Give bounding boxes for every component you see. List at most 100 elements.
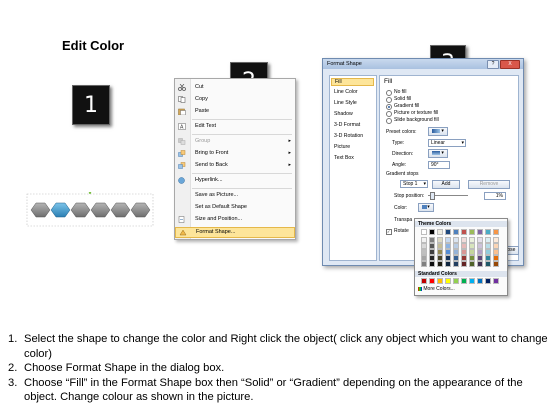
radio-gradient-fill[interactable] (386, 104, 392, 110)
theme-color-swatch[interactable] (461, 229, 467, 235)
radio-label: Solid fill (394, 96, 412, 102)
color-dropdown[interactable]: ▾ (418, 203, 434, 212)
more-colors-label: More Colors... (423, 286, 455, 292)
menu-item-size-and-position[interactable]: Size and Position... (175, 215, 295, 225)
theme-shade-swatch[interactable] (477, 261, 483, 267)
hexagon-2-selected (50, 202, 71, 218)
standard-color-swatch[interactable] (429, 278, 435, 284)
menu-item-label: Bring to Front (195, 150, 229, 156)
direction-dropdown[interactable]: ▾ (428, 149, 448, 158)
hexagon-shape-group[interactable] (26, 191, 154, 228)
svg-text:A: A (180, 125, 184, 131)
theme-color-swatch[interactable] (437, 229, 443, 235)
theme-color-swatch[interactable] (445, 229, 451, 235)
theme-shade-swatch[interactable] (421, 261, 427, 267)
help-button[interactable]: ? (487, 60, 499, 69)
standard-color-swatch[interactable] (445, 278, 451, 284)
preset-colors-dropdown[interactable]: ▾ (428, 127, 448, 136)
category-line-style[interactable]: Line Style (334, 100, 357, 106)
theme-color-swatch[interactable] (429, 229, 435, 235)
angle-input[interactable]: 90° (428, 161, 450, 169)
standard-color-swatch[interactable] (469, 278, 475, 284)
category-text-box[interactable]: Text Box (334, 155, 354, 161)
send-back-icon (178, 162, 186, 169)
theme-shade-swatch[interactable] (469, 261, 475, 267)
close-window-button[interactable]: X (500, 60, 520, 69)
theme-shade-swatch[interactable] (445, 261, 451, 267)
menu-item-hyperlink[interactable]: Hyperlink... (175, 176, 295, 186)
menu-item-cut[interactable]: Cut (175, 83, 295, 93)
category-3d-format[interactable]: 3-D Format (334, 122, 360, 128)
theme-shade-swatch[interactable] (493, 261, 499, 267)
standard-color-swatch[interactable] (421, 278, 427, 284)
gradient-swatch-icon (432, 128, 441, 133)
hexagon-3 (70, 202, 91, 218)
theme-shade-swatch[interactable] (485, 261, 491, 267)
more-colors-link[interactable]: More Colors... (418, 286, 455, 292)
menu-item-bring-to-front[interactable]: Bring to Front ▸ (175, 149, 295, 159)
direction-label: Direction: (392, 151, 414, 157)
hyperlink-icon (178, 177, 186, 184)
category-3d-rotation[interactable]: 3-D Rotation (334, 133, 363, 139)
instruction-text: Choose Format Shape in the dialog box. (24, 362, 225, 374)
theme-color-swatch[interactable] (485, 229, 491, 235)
radio-slide-background-fill[interactable] (386, 118, 392, 124)
rotate-checkbox[interactable]: ✓ (386, 229, 392, 235)
stop-position-value: 1% (495, 193, 503, 199)
menu-item-copy[interactable]: Copy (175, 95, 295, 105)
dropdown-arrow-icon: ▾ (423, 181, 426, 187)
menu-item-send-to-back[interactable]: Send to Back ▸ (175, 161, 295, 171)
standard-color-swatch[interactable] (461, 278, 467, 284)
menu-separator (192, 173, 292, 174)
standard-color-swatch[interactable] (453, 278, 459, 284)
menu-item-set-default-shape[interactable]: Set as Default Shape (175, 203, 295, 213)
menu-item-group[interactable]: Group ▸ (175, 137, 295, 147)
instruction-text: Select the shape to change the color and… (24, 333, 548, 360)
category-picture[interactable]: Picture (334, 144, 350, 150)
hexagon-6 (130, 202, 151, 218)
hexagon-5 (110, 202, 131, 218)
format-shape-icon (179, 229, 187, 236)
stop-position-input[interactable]: 1% (484, 192, 506, 200)
menu-item-format-shape[interactable]: Format Shape... (175, 227, 295, 238)
category-line-color[interactable]: Line Color (334, 89, 358, 95)
theme-shade-swatch[interactable] (453, 261, 459, 267)
standard-colors-header: Standard Colors (415, 271, 507, 277)
menu-item-label: Cut (195, 84, 204, 90)
remove-stop-button[interactable]: Remove (468, 180, 510, 189)
category-shadow[interactable]: Shadow (334, 111, 353, 117)
theme-color-swatch[interactable] (493, 229, 499, 235)
radio-picture-fill[interactable] (386, 111, 392, 117)
theme-shade-swatch[interactable] (437, 261, 443, 267)
color-label: Color: (394, 205, 408, 211)
radio-solid-fill[interactable] (386, 97, 392, 103)
standard-color-swatch[interactable] (485, 278, 491, 284)
theme-shade-swatch[interactable] (461, 261, 467, 267)
submenu-arrow-icon: ▸ (288, 138, 291, 144)
rotate-label: Rotate (394, 228, 409, 234)
menu-item-save-as-picture[interactable]: Save as Picture... (175, 191, 295, 201)
menu-separator (192, 188, 292, 189)
menu-item-edit-text[interactable]: A Edit Text (175, 122, 295, 132)
menu-item-paste[interactable]: Paste (175, 107, 295, 117)
page-title: Edit Color (62, 38, 125, 53)
standard-color-swatch[interactable] (477, 278, 483, 284)
menu-item-label: Send to Back (195, 162, 228, 168)
type-select[interactable]: Linear ▾ (428, 139, 466, 147)
standard-color-swatch[interactable] (437, 278, 443, 284)
standard-color-swatch[interactable] (493, 278, 499, 284)
theme-color-swatch[interactable] (477, 229, 483, 235)
stop-select[interactable]: Stop 1 ▾ (400, 180, 428, 188)
theme-color-swatch[interactable] (453, 229, 459, 235)
paint-bucket-icon (422, 204, 428, 209)
category-fill[interactable]: Fill (331, 78, 374, 86)
preset-colors-label: Preset colors: (386, 129, 417, 135)
theme-color-swatch[interactable] (469, 229, 475, 235)
theme-shade-swatch[interactable] (429, 261, 435, 267)
radio-no-fill[interactable] (386, 90, 392, 96)
menu-item-label: Set as Default Shape (195, 204, 247, 210)
slider-thumb[interactable] (430, 192, 435, 200)
theme-color-swatch[interactable] (421, 229, 427, 235)
theme-colors-popup: Theme Colors Standard Colors More Colors… (414, 218, 508, 296)
add-stop-button[interactable]: Add (432, 180, 460, 189)
